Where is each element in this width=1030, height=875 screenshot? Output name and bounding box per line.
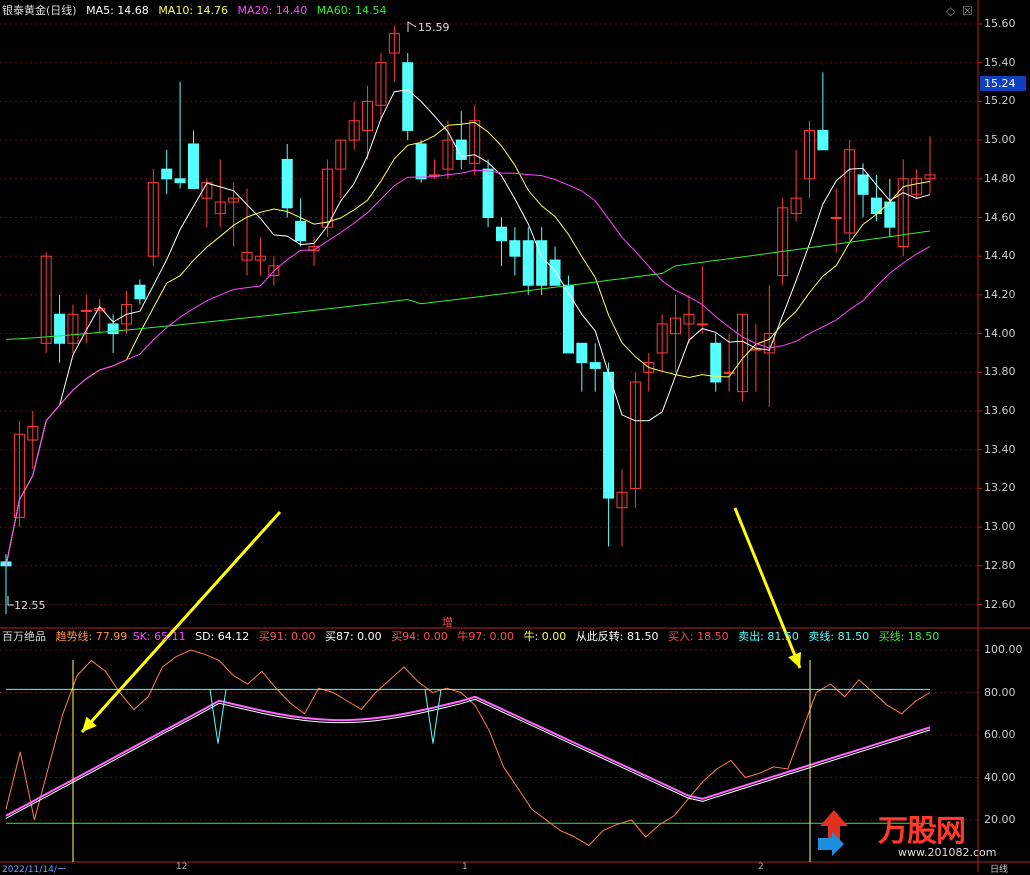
- logo-arrow-icon: [818, 810, 848, 856]
- candle-body: [495, 226, 507, 242]
- trend-label: 趋势线: 77.99: [55, 630, 128, 643]
- bull97-label: 牛97: 0.00: [457, 630, 515, 643]
- buy-line-label: 买线: 18.50: [878, 630, 940, 643]
- chart-header: 银泰黄金(日线) MA5: 14.68 MA10: 14.76 MA20: 14…: [2, 4, 392, 18]
- candle-body: [522, 240, 534, 286]
- candle-body: [696, 323, 708, 326]
- candle-body: [281, 158, 293, 209]
- candle-body: [817, 129, 829, 151]
- candle-body: [402, 62, 414, 131]
- current-price-tag: 15.24: [980, 76, 1026, 91]
- price-tick-label: 15.20: [984, 94, 1016, 108]
- candle-body: [562, 284, 574, 354]
- candle-body: [415, 143, 427, 180]
- ind-tick-label: 60.00: [984, 728, 1016, 741]
- ind-tick-label: 40.00: [984, 770, 1016, 784]
- sell-line-label: 卖线: 81.50: [808, 630, 870, 643]
- price-tick-label: 13.20: [984, 481, 1016, 495]
- tick-feb: 2: [758, 862, 764, 872]
- price-tick-label: 12.80: [984, 558, 1016, 572]
- price-tick-label: 14.20: [984, 287, 1016, 301]
- candle-body: [174, 178, 186, 184]
- candle-body: [161, 168, 173, 180]
- price-tick-label: 15.00: [984, 133, 1016, 147]
- candle-body: [830, 217, 842, 219]
- chart-canvas[interactable]: [0, 0, 1030, 872]
- candle-body: [295, 220, 307, 242]
- diamond-icon[interactable]: ◇: [946, 4, 955, 18]
- ma20-label: MA20: 14.40: [237, 4, 308, 17]
- candle-body: [576, 342, 588, 364]
- price-tick-label: 14.00: [984, 326, 1016, 340]
- stock-title: 银泰黄金(日线): [2, 4, 77, 17]
- indicator-header: 百万绝品 趋势线: 77.99 SK: 65.11 SD: 64.12 买91:…: [2, 630, 945, 644]
- candle-body: [134, 284, 146, 300]
- price-tick-label: 12.60: [984, 597, 1016, 611]
- indicator-name[interactable]: 百万绝品: [2, 630, 46, 643]
- sd-label: SD: 64.12: [195, 630, 250, 643]
- reverse-label: 从此反转: 81.50: [575, 630, 659, 643]
- buy87-label: 买87: 0.00: [324, 630, 382, 643]
- candle-body: [54, 313, 66, 344]
- buy91-label: 买91: 0.00: [258, 630, 316, 643]
- price-tick-label: 15.40: [984, 55, 1016, 69]
- price-tick-label: 14.40: [984, 249, 1016, 263]
- high-mark: 15.59: [418, 21, 450, 34]
- buy94-label: 买94: 0.00: [391, 630, 448, 643]
- logo-text: 万股网: [878, 814, 966, 849]
- sell-out-label: 卖出: 81.50: [738, 630, 799, 643]
- candle-body: [80, 309, 92, 312]
- ind-tick-label: 80.00: [984, 685, 1016, 699]
- candle-body: [857, 174, 869, 195]
- candle-body: [509, 240, 521, 257]
- candle-body: [107, 323, 119, 335]
- price-tick-label: 15.60: [984, 17, 1016, 30]
- zeng-label: 增: [442, 616, 453, 629]
- price-tick-label: 13.80: [984, 365, 1016, 379]
- candle-body: [549, 259, 561, 286]
- background: [0, 0, 1030, 872]
- ind-tick-label: 100.00: [984, 643, 1023, 656]
- price-tick-label: 14.80: [984, 171, 1016, 185]
- candle-body: [187, 143, 199, 189]
- price-tick-label: 13.40: [984, 442, 1016, 456]
- candle-body: [603, 371, 615, 499]
- candle-body: [482, 168, 494, 218]
- candle-body: [589, 362, 601, 369]
- tick-jan: 1: [462, 862, 468, 872]
- bull-label: 牛: 0.00: [523, 630, 567, 643]
- wangu-logo: 万股网 www.201082.com: [818, 806, 1026, 868]
- close-icon[interactable]: ☒: [962, 4, 973, 18]
- buy-in-label: 买入: 18.50: [667, 630, 729, 643]
- ma5-label: MA5: 14.68: [86, 4, 149, 17]
- price-tick-label: 13.60: [984, 404, 1016, 417]
- sk-label: SK: 65.11: [132, 630, 186, 643]
- logo-url: www.201082.com: [898, 846, 997, 859]
- ma10-label: MA10: 14.76: [158, 4, 229, 17]
- price-tick-label: 14.60: [984, 210, 1016, 224]
- tick-dec: 12: [176, 862, 188, 872]
- ma60-label: MA60: 14.54: [316, 4, 387, 17]
- price-tick-label: 13.00: [984, 520, 1016, 534]
- date-label: 2022/11/14/一: [2, 865, 66, 875]
- low-mark: 12.55: [14, 599, 46, 612]
